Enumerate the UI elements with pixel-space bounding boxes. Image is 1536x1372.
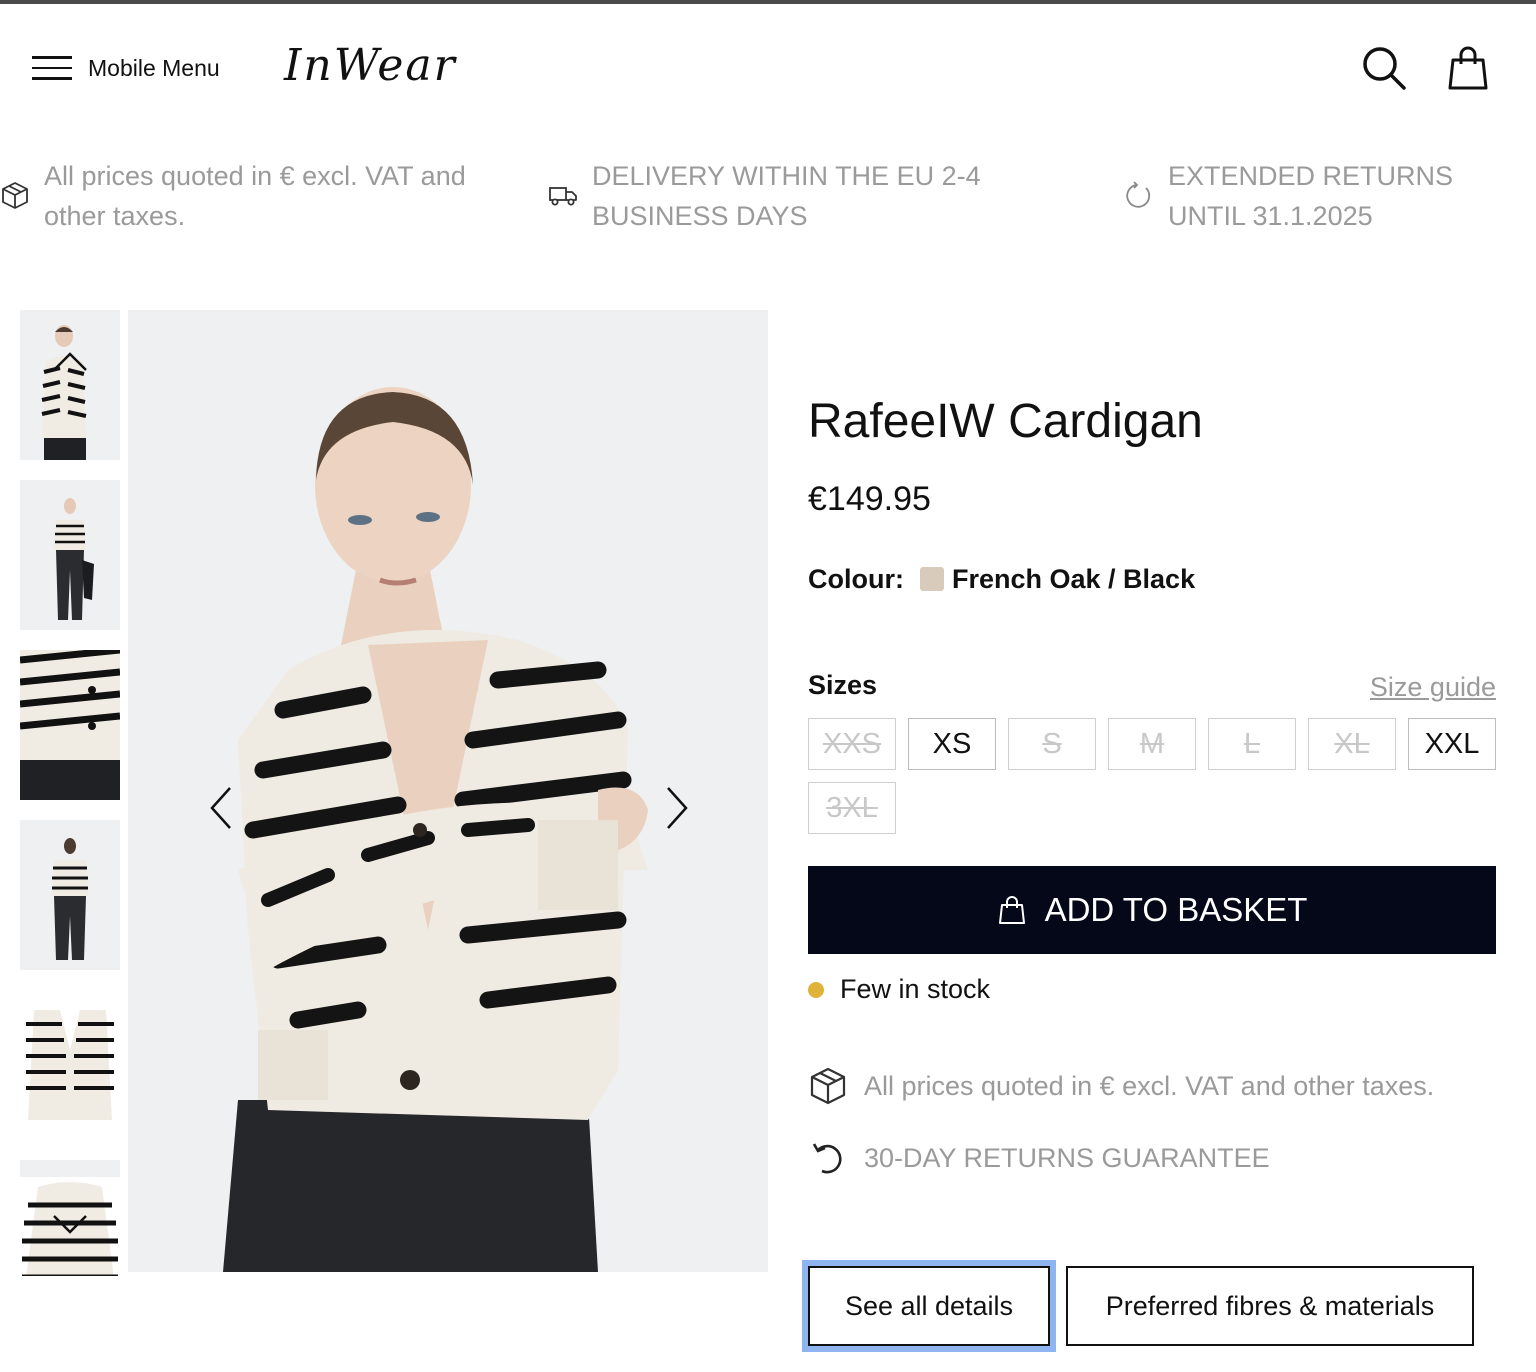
mobile-menu-label: Mobile Menu bbox=[88, 54, 220, 81]
truck-icon bbox=[548, 180, 578, 210]
size-option-m[interactable]: M bbox=[1108, 718, 1196, 770]
previous-image-button[interactable] bbox=[202, 778, 242, 838]
product-price: €149.95 bbox=[808, 480, 931, 518]
sizes-label: Sizes bbox=[808, 670, 878, 700]
colour-row: Colour: French Oak / Black bbox=[808, 562, 1195, 596]
preferred-fibres-button[interactable]: Preferred fibres & materials bbox=[1066, 1266, 1474, 1346]
site-logo[interactable]: InWear bbox=[284, 40, 457, 91]
info-prices: All prices quoted in € excl. VAT and oth… bbox=[808, 1066, 1434, 1106]
thumbnail-3[interactable] bbox=[20, 650, 120, 800]
usp-delivery-text: DELIVERY WITHIN THE EU 2-4 BUSINESS DAYS bbox=[592, 161, 981, 231]
info-prices-text: All prices quoted in € excl. VAT and oth… bbox=[864, 1070, 1435, 1101]
search-icon bbox=[1363, 47, 1406, 90]
size-option-l[interactable]: L bbox=[1208, 718, 1296, 770]
thumbnails-scroll-up[interactable] bbox=[50, 350, 90, 374]
thumbnail-2[interactable] bbox=[20, 480, 120, 630]
usp-delivery: DELIVERY WITHIN THE EU 2-4 BUSINESS DAYS bbox=[548, 156, 1068, 236]
next-image-button[interactable] bbox=[656, 778, 696, 838]
bag-icon bbox=[1448, 46, 1488, 90]
chevron-left-icon bbox=[210, 787, 231, 829]
usp-prices-text: All prices quoted in € excl. VAT and oth… bbox=[44, 161, 466, 231]
thumbnail-1[interactable] bbox=[20, 310, 120, 460]
thumbnail-5[interactable] bbox=[20, 990, 120, 1140]
hamburger-icon bbox=[32, 55, 72, 81]
thumbnails-scroll-down[interactable] bbox=[50, 1212, 90, 1236]
see-all-details-button[interactable]: See all details bbox=[808, 1266, 1050, 1346]
add-to-basket-button[interactable]: ADD TO BASKET bbox=[808, 866, 1496, 954]
size-option-xxl[interactable]: XXL bbox=[1408, 718, 1496, 770]
info-returns-text: 30-DAY RETURNS GUARANTEE bbox=[864, 1142, 1270, 1173]
stock-status: Few in stock bbox=[808, 974, 990, 1005]
box-icon bbox=[0, 180, 30, 210]
search-button[interactable] bbox=[1360, 44, 1408, 92]
main-product-image bbox=[128, 310, 768, 1272]
colour-name: French Oak / Black bbox=[951, 563, 1196, 594]
size-option-s[interactable]: S bbox=[1008, 718, 1096, 770]
colour-swatch[interactable] bbox=[919, 567, 944, 591]
chevron-right-icon bbox=[667, 787, 688, 829]
usp-returns-text: EXTENDED RETURNS UNTIL 31.1.2025 bbox=[1168, 161, 1454, 231]
site-header: Mobile Menu InWear bbox=[0, 4, 1536, 124]
usp-prices: All prices quoted in € excl. VAT and oth… bbox=[0, 156, 480, 236]
stock-text: Few in stock bbox=[840, 974, 991, 1004]
size-option-xxs[interactable]: XXS bbox=[808, 718, 896, 770]
size-option-xs[interactable]: XS bbox=[908, 718, 996, 770]
add-to-basket-label: ADD TO BASKET bbox=[1044, 891, 1308, 928]
chevron-down-icon bbox=[53, 1215, 87, 1234]
mobile-menu-button[interactable]: Mobile Menu bbox=[32, 44, 220, 92]
box-icon bbox=[808, 1066, 848, 1106]
product-title: RafeeIW Cardigan bbox=[808, 395, 1203, 448]
info-returns: 30-DAY RETURNS GUARANTEE bbox=[808, 1138, 1270, 1178]
thumbnail-4[interactable] bbox=[20, 820, 120, 970]
chevron-up-icon bbox=[53, 352, 87, 371]
colour-label: Colour: bbox=[808, 563, 904, 594]
refresh-icon bbox=[1124, 180, 1154, 210]
bag-icon bbox=[998, 896, 1025, 924]
size-option-xl[interactable]: XL bbox=[1308, 718, 1396, 770]
usp-returns: EXTENDED RETURNS UNTIL 31.1.2025 bbox=[1124, 156, 1524, 236]
size-guide-link[interactable]: Size guide bbox=[1370, 672, 1496, 703]
return-icon bbox=[808, 1138, 848, 1178]
size-option-3xl[interactable]: 3XL bbox=[808, 782, 896, 834]
stock-indicator-dot bbox=[808, 981, 824, 998]
basket-button[interactable] bbox=[1444, 44, 1492, 92]
